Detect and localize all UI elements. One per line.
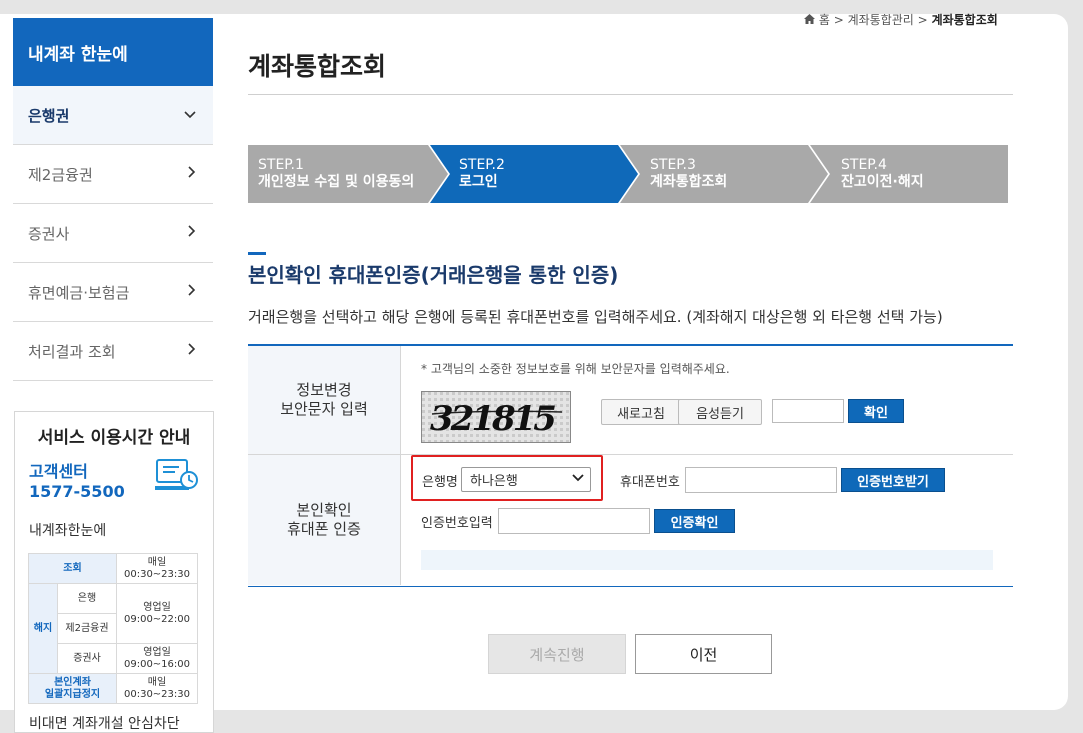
breadcrumb-home[interactable]: 홈 bbox=[819, 13, 830, 27]
captcha-text: 321815 bbox=[430, 399, 555, 439]
captcha-note: * 고객님의 소중한 정보보호를 위해 보안문자를 입력해주세요. bbox=[421, 362, 730, 376]
step-4: STEP.4 잔고이전·해지 bbox=[810, 145, 1008, 203]
sidebar-item-label: 은행권 bbox=[28, 106, 70, 125]
step-number: STEP.4 bbox=[841, 157, 887, 173]
chevron-right-icon bbox=[188, 166, 196, 182]
breadcrumb-separator: > bbox=[833, 13, 844, 27]
info-bar bbox=[421, 550, 993, 570]
service-hours-table: 조회 매일 00:30~23:30 해지 은행 영업일 09:00~22:00 … bbox=[28, 553, 198, 704]
verify-code-button[interactable]: 인증확인 bbox=[654, 509, 735, 533]
chevron-down-icon bbox=[184, 107, 196, 123]
step-title: 로그인 bbox=[459, 174, 498, 190]
chevron-right-icon bbox=[188, 284, 196, 300]
step-title: 잔고이전·해지 bbox=[841, 174, 924, 190]
captcha-label-line1: 정보변경 bbox=[296, 381, 352, 399]
table-row: 해지 은행 영업일 09:00~22:00 bbox=[28, 583, 198, 674]
step-title: 개인정보 수집 및 이용동의 bbox=[258, 174, 415, 190]
title-divider bbox=[248, 94, 1013, 95]
bank-label: 은행명 bbox=[422, 475, 458, 490]
breadcrumb: 홈 > 계좌통합관리 > 계좌통합조회 bbox=[804, 11, 998, 28]
sidebar-item-second-finance[interactable]: 제2금융권 bbox=[13, 145, 213, 204]
captcha-label-line2: 보안문자 입력 bbox=[280, 400, 368, 418]
customer-center-icon bbox=[155, 458, 199, 494]
table-cell: 은행 bbox=[57, 583, 117, 614]
prev-button[interactable]: 이전 bbox=[635, 634, 772, 674]
sidebar-item-securities[interactable]: 증권사 bbox=[13, 204, 213, 263]
sidebar-brand[interactable]: 내계좌 한눈에 bbox=[13, 18, 213, 86]
sidebar-item-label: 처리결과 조회 bbox=[28, 342, 116, 361]
chevron-down-icon bbox=[572, 471, 584, 485]
service-hours-title: 서비스 이용시간 안내 bbox=[37, 428, 191, 448]
chevron-right-icon bbox=[188, 225, 196, 241]
table-cell: 매일 00:30~23:30 bbox=[116, 553, 198, 584]
table-row: 조회 매일 00:30~23:30 bbox=[28, 553, 198, 584]
sidebar-item-label: 휴면예금·보험금 bbox=[28, 283, 130, 302]
step-progress: STEP.1 개인정보 수집 및 이용동의 STEP.2 로그인 STEP.3 … bbox=[248, 145, 1008, 203]
audio-captcha-button[interactable]: 음성듣기 bbox=[678, 399, 762, 425]
continue-button[interactable]: 계속진행 bbox=[488, 634, 626, 674]
table-cell: 제2금융권 bbox=[57, 613, 117, 644]
sidebar-item-dormant[interactable]: 휴면예금·보험금 bbox=[13, 263, 213, 322]
request-code-button[interactable]: 인증번호받기 bbox=[841, 468, 945, 492]
table-cell: 조회 bbox=[28, 553, 117, 584]
breadcrumb-current: 계좌통합조회 bbox=[931, 13, 998, 27]
home-icon[interactable] bbox=[804, 13, 819, 27]
auth-form: 정보변경 보안문자 입력 * 고객님의 소중한 정보보호를 위해 보안문자를 입… bbox=[248, 344, 1013, 587]
chevron-right-icon bbox=[188, 343, 196, 359]
section-marker bbox=[248, 252, 266, 255]
captcha-label: 정보변경 보안문자 입력 bbox=[248, 346, 401, 454]
phone-auth-label-line1: 본인확인 bbox=[296, 501, 352, 519]
code-label: 인증번호입력 bbox=[421, 516, 493, 531]
table-cell: 증권사 bbox=[57, 643, 117, 674]
captcha-image: 321815 bbox=[421, 391, 571, 443]
phone-auth-label: 본인확인 휴대폰 인증 bbox=[248, 455, 401, 585]
phone-label: 휴대폰번호 bbox=[620, 475, 680, 490]
service-bottom-text: 비대면 계좌개설 안심차단 bbox=[29, 716, 180, 732]
sidebar-item-label: 증권사 bbox=[28, 224, 70, 243]
code-input[interactable] bbox=[498, 508, 650, 534]
table-cell: 본인계좌 일괄지급정지 bbox=[28, 673, 117, 704]
service-hours-box: 서비스 이용시간 안내 고객센터 1577-5500 내계좌한눈에 조회 매일 … bbox=[14, 411, 214, 733]
bank-selected-value: 하나은행 bbox=[470, 474, 518, 489]
sidebar-item-results[interactable]: 처리결과 조회 bbox=[13, 322, 213, 381]
step-number: STEP.1 bbox=[258, 157, 304, 173]
section-description: 거래은행을 선택하고 해당 은행에 등록된 휴대폰번호를 입력해주세요. (계좌… bbox=[248, 308, 943, 326]
sidebar-item-bank[interactable]: 은행권 bbox=[13, 86, 213, 145]
phone-input[interactable] bbox=[685, 467, 837, 493]
captcha-input[interactable] bbox=[772, 399, 844, 423]
phone-auth-label-line2: 휴대폰 인증 bbox=[287, 520, 361, 538]
step-3: STEP.3 계좌통합조회 bbox=[620, 145, 828, 203]
step-2: STEP.2 로그인 bbox=[430, 145, 638, 203]
breadcrumb-separator: > bbox=[917, 13, 928, 27]
step-number: STEP.2 bbox=[459, 157, 505, 173]
sidebar-item-label: 제2금융권 bbox=[28, 165, 93, 184]
bank-select[interactable]: 하나은행 bbox=[461, 467, 591, 492]
phone-auth-row: 본인확인 휴대폰 인증 은행명 하나은행 휴대폰번호 인증번호받기 인증번호입력… bbox=[248, 455, 1013, 585]
step-number: STEP.3 bbox=[650, 157, 696, 173]
step-title: 계좌통합조회 bbox=[650, 174, 728, 190]
step-1: STEP.1 개인정보 수집 및 이용동의 bbox=[248, 145, 448, 203]
captcha-row: 정보변경 보안문자 입력 * 고객님의 소중한 정보보호를 위해 보안문자를 입… bbox=[248, 346, 1013, 455]
refresh-captcha-button[interactable]: 새로고침 bbox=[601, 399, 681, 425]
table-cell: 해지 bbox=[28, 583, 58, 674]
bank-select-highlight: 은행명 하나은행 bbox=[411, 455, 603, 501]
table-row: 본인계좌 일괄지급정지 매일 00:30~23:30 bbox=[28, 673, 198, 704]
sidebar: 내계좌 한눈에 은행권 제2금융권 증권사 휴면예금·보험금 처리결과 조회 bbox=[13, 18, 213, 381]
table-cell: 영업일 09:00~22:00 bbox=[116, 583, 198, 644]
captcha-confirm-button[interactable]: 확인 bbox=[848, 399, 904, 423]
breadcrumb-level1[interactable]: 계좌통합관리 bbox=[848, 13, 914, 27]
service-subtitle: 내계좌한눈에 bbox=[29, 523, 107, 539]
section-title: 본인확인 휴대폰인증(거래은행을 통한 인증) bbox=[248, 263, 619, 287]
table-cell: 영업일 09:00~16:00 bbox=[116, 643, 198, 674]
page-title: 계좌통합조회 bbox=[248, 52, 387, 81]
table-cell: 매일 00:30~23:30 bbox=[116, 673, 198, 704]
